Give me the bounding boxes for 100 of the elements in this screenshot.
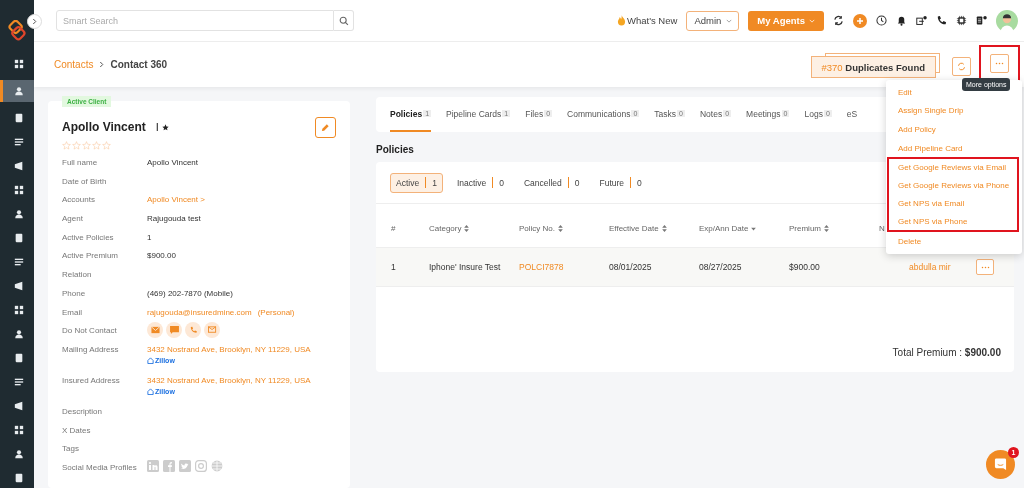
field-value: Apollo Vincent — [147, 157, 198, 169]
bell-icon[interactable] — [896, 15, 907, 26]
mail-toggle[interactable] — [204, 322, 220, 339]
status-filter[interactable]: Inactive 0 — [450, 172, 510, 193]
person-icon — [13, 449, 24, 459]
whats-new-link[interactable]: What's New — [617, 15, 678, 26]
status-filter[interactable]: Future 0 — [593, 172, 648, 193]
star-rating[interactable] — [62, 141, 111, 150]
list-icon — [13, 377, 24, 387]
person-icon — [13, 329, 24, 339]
sort-icon — [464, 224, 470, 232]
sort-icon — [824, 224, 829, 232]
person-icon — [13, 86, 24, 96]
phone-icon[interactable] — [936, 15, 947, 26]
chevron-right-icon — [32, 18, 37, 25]
envelope-icon — [207, 326, 217, 335]
document-icon — [13, 473, 24, 483]
section-title: Policies — [376, 144, 414, 155]
email-toggle[interactable] — [147, 322, 163, 339]
search-button[interactable] — [334, 10, 354, 31]
column-header[interactable]: Effective Date — [609, 223, 699, 233]
refresh-icon — [957, 61, 966, 71]
avatar[interactable] — [996, 9, 1018, 32]
chevron-right-icon — [99, 61, 105, 68]
field-label: Description — [62, 405, 103, 418]
column-header[interactable]: Policy No. — [519, 223, 609, 233]
list-icon — [13, 257, 24, 267]
field-value: Rajugouda test — [147, 213, 201, 226]
star-icon — [102, 141, 111, 150]
grid-icon — [13, 59, 24, 69]
sort-icon — [661, 224, 667, 232]
star-icon — [92, 141, 101, 150]
call-toggle[interactable] — [185, 322, 201, 339]
field-value: 1 — [147, 231, 152, 244]
field-label: Mailing Address — [62, 343, 120, 356]
list-icon — [13, 137, 24, 147]
megaphone-icon — [13, 161, 24, 171]
megaphone-icon — [13, 281, 24, 291]
field-label: Active Premium — [62, 250, 119, 263]
contact-name: Apollo Vincent — [62, 120, 146, 134]
search-field[interactable]: Smart Search — [56, 10, 334, 31]
field-label: Agent — [62, 213, 84, 226]
caret-icon — [809, 18, 815, 23]
column-header[interactable]: # — [391, 223, 429, 233]
search-icon — [338, 15, 349, 26]
house-icon — [147, 357, 154, 365]
field-label: Social Media Profiles — [62, 461, 138, 474]
flame-icon — [617, 15, 626, 26]
sort-icon — [558, 224, 563, 232]
field-label: Do Not Contact — [62, 325, 118, 338]
field-label: X Dates — [62, 424, 92, 437]
document-icon — [13, 113, 24, 123]
field-label: Phone — [62, 287, 87, 300]
table-cell-text: 08/01/2025 — [609, 261, 653, 273]
grid-icon — [13, 425, 24, 435]
field-label: Tags — [62, 443, 80, 456]
field-label: Accounts — [62, 194, 96, 207]
document-icon — [13, 233, 24, 243]
star-icon — [82, 141, 91, 150]
field-label: Full name — [62, 157, 99, 169]
status-filter[interactable]: Cancelled 0 — [517, 172, 586, 193]
chat-icon — [169, 326, 179, 335]
chat-icon — [994, 458, 1007, 471]
grid-icon — [13, 185, 24, 195]
pencil-icon — [321, 122, 330, 132]
field-label: Insured Address — [62, 374, 121, 387]
field-label: Date of Birth — [62, 175, 108, 188]
star-icon — [62, 141, 71, 150]
login-icon[interactable] — [916, 15, 927, 26]
megaphone-icon — [13, 401, 24, 411]
field-value: (469) 202-7870 (Mobile) — [147, 287, 233, 300]
page-title: Contact 360 — [110, 59, 168, 70]
caret-icon — [726, 18, 733, 23]
document-icon — [13, 353, 24, 363]
refresh-icon[interactable] — [833, 15, 844, 26]
document-icon[interactable] — [976, 15, 987, 26]
phone-icon — [188, 326, 198, 335]
star-icon — [72, 141, 81, 150]
table-cell-text: 08/27/2025 — [699, 261, 743, 273]
message-toggle[interactable] — [166, 322, 182, 339]
contact-initial: I — [155, 121, 159, 133]
tab[interactable]: eS — [846, 97, 858, 132]
table-cell-text: $900.00 — [789, 261, 821, 273]
table-cell-text: 1 — [391, 261, 397, 273]
field-label: Relation — [62, 269, 93, 282]
field-value: $900.00 — [147, 250, 176, 263]
duplicates-button[interactable]: #370 Duplicates Found — [810, 56, 936, 78]
role-select[interactable]: Admin — [686, 10, 740, 31]
status-filter[interactable]: Active 1 — [390, 172, 443, 193]
grid-icon — [13, 305, 24, 315]
star-icon — [161, 123, 169, 131]
email-type: (Personal) — [257, 306, 295, 319]
chat-button[interactable] — [986, 450, 1015, 479]
clock-icon[interactable] — [876, 15, 887, 26]
column-header[interactable]: Exp/Ann Date — [699, 223, 789, 233]
column-header[interactable]: Category — [429, 223, 519, 233]
chip-icon[interactable] — [956, 15, 967, 26]
house-icon — [147, 388, 154, 396]
column-header[interactable]: Premium — [789, 223, 879, 233]
table-cell-text: Iphone' Insure Test — [429, 261, 502, 273]
